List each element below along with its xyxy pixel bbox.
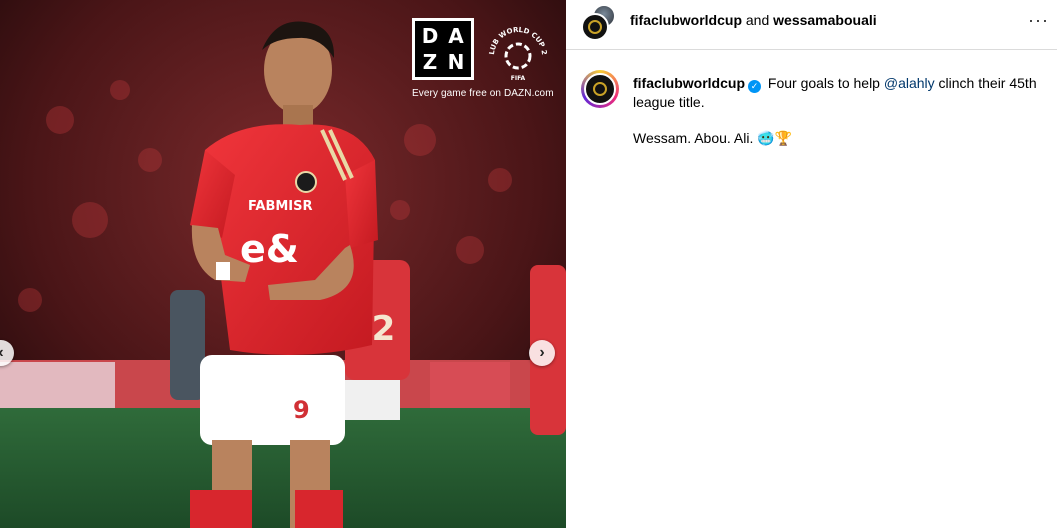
post-details-panel: fifaclubworldcup and wessamabouali ··· f…: [566, 0, 1057, 528]
caption-avatar[interactable]: [581, 70, 619, 108]
post-caption: fifaclubworldcup ✓ Four goals to help @al…: [633, 74, 1043, 148]
dazn-logo: D A Z N: [412, 18, 474, 80]
caption-text-start: Four goals to help: [767, 75, 884, 91]
post-header: fifaclubworldcup and wessamabouali ···: [566, 0, 1057, 50]
cwc-logo-sub: FIFA: [511, 75, 526, 82]
post-media[interactable]: 22 9 FABMISR e& D A Z: [0, 0, 566, 528]
club-world-cup-logo: CLUB WORLD CUP 25 FIFA: [484, 16, 548, 82]
shirt-sponsor: FABMISR: [248, 199, 313, 214]
author-link-wessamabouali[interactable]: wessamabouali: [773, 12, 877, 28]
authors-joiner: and: [742, 12, 774, 28]
cwc-logo-text: CLUB WORLD CUP 25: [484, 16, 548, 56]
verified-badge-icon: ✓: [748, 80, 761, 93]
post-authors: fifaclubworldcup and wessamabouali: [630, 12, 877, 28]
svg-text:e&: e&: [240, 227, 299, 271]
dazn-tagline: Every game free on DAZN.com: [412, 88, 554, 99]
chevron-right-icon: ›: [539, 344, 545, 361]
chevron-left-icon: ‹: [0, 344, 4, 362]
svg-text:CLUB WORLD CUP 25: CLUB WORLD CUP 25: [484, 16, 548, 56]
shorts-number: 9: [293, 396, 310, 424]
post-photo: 22 9 FABMISR e&: [0, 0, 566, 528]
collab-avatars[interactable]: [581, 4, 617, 41]
caption-line2: Wessam. Abou. Ali.: [633, 130, 754, 146]
more-options-button[interactable]: ···: [1028, 10, 1049, 31]
author-link-fifaclubworldcup[interactable]: fifaclubworldcup: [630, 12, 742, 28]
avatar-fifaclubworldcup[interactable]: [581, 13, 609, 41]
mention-link[interactable]: @alahly: [884, 75, 935, 91]
next-slide-button[interactable]: ›: [529, 340, 555, 366]
caption-emojis: 🥶🏆: [757, 131, 793, 147]
caption-username[interactable]: fifaclubworldcup: [633, 75, 745, 91]
